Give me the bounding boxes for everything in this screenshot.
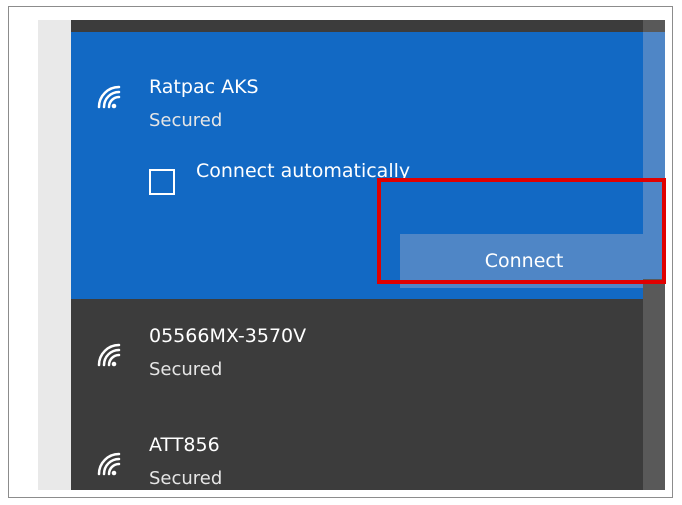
network-name: ATT856	[149, 434, 220, 456]
wifi-icon	[97, 452, 121, 476]
network-name: 05566MX-3570V	[149, 325, 307, 347]
wifi-icon	[97, 85, 121, 109]
connect-automatically-checkbox[interactable]	[149, 169, 175, 195]
flyout-top-edge	[71, 20, 665, 32]
background-strip	[38, 20, 71, 490]
wifi-icon	[97, 343, 121, 367]
network-status: Secured	[149, 110, 223, 131]
network-status: Secured	[149, 359, 223, 380]
network-status: Secured	[149, 468, 223, 489]
annotation-highlight-box	[377, 178, 666, 284]
network-item[interactable]: 05566MX-3570V Secured	[71, 299, 665, 409]
network-item[interactable]: ATT856 Secured	[71, 409, 665, 490]
network-name: Ratpac AKS	[149, 76, 259, 98]
